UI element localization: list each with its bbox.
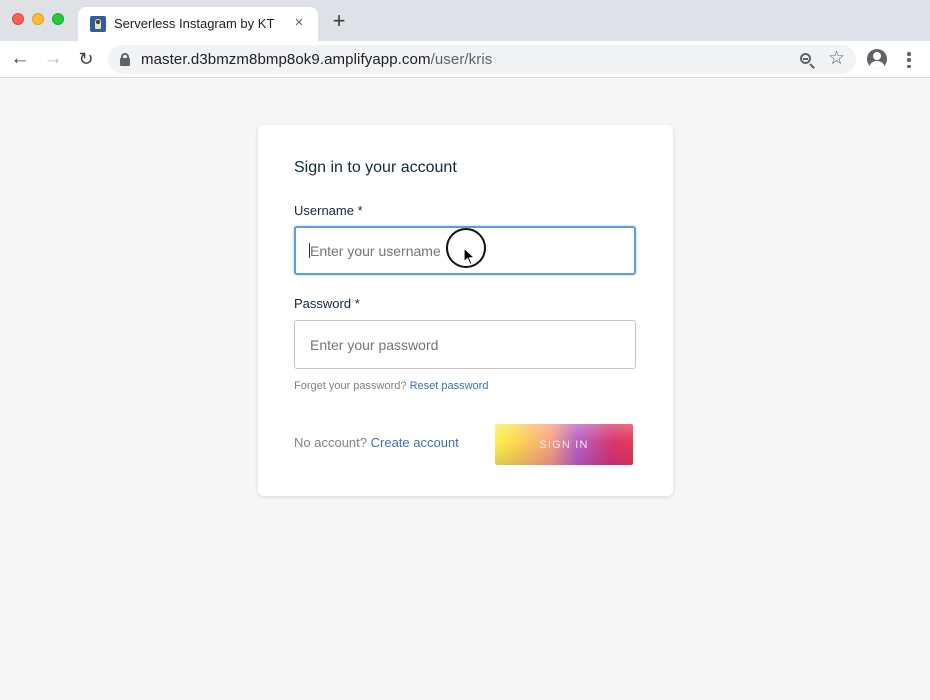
zoom-out-icon[interactable]: [798, 51, 816, 69]
browser-tabstrip: Serverless Instagram by KT × +: [0, 0, 930, 41]
tab-close-icon[interactable]: ×: [291, 15, 307, 31]
window-close-button[interactable]: [12, 13, 24, 25]
window-minimize-button[interactable]: [32, 13, 44, 25]
kebab-menu-icon[interactable]: [903, 50, 915, 70]
new-tab-icon[interactable]: +: [330, 10, 348, 32]
reset-password-link[interactable]: Reset password: [410, 380, 489, 392]
back-arrow-icon[interactable]: ←: [10, 49, 30, 69]
browser-toolbar: ← → ↻ master.d3bmzm8bmp8ok9.amplifyapp.c…: [0, 41, 930, 78]
account-avatar-icon[interactable]: [867, 49, 887, 69]
address-bar[interactable]: master.d3bmzm8bmp8ok9.amplifyapp.com/use…: [108, 45, 856, 74]
forgot-password-row: Forget your password? Reset password: [294, 380, 488, 392]
url-path: /user/kris: [430, 51, 493, 68]
sign-in-button[interactable]: SIGN IN: [495, 424, 633, 465]
browser-tab-active[interactable]: Serverless Instagram by KT ×: [78, 7, 318, 41]
url-host: master.d3bmzm8bmp8ok9.amplifyapp.com: [141, 51, 431, 68]
page-viewport: Sign in to your account Username * Passw…: [0, 78, 930, 700]
forgot-password-text: Forget your password?: [294, 380, 407, 392]
window-zoom-button[interactable]: [52, 13, 64, 25]
no-account-text: No account?: [294, 435, 367, 450]
sign-in-label: SIGN IN: [539, 438, 589, 451]
password-label: Password *: [294, 296, 360, 311]
signin-card: Sign in to your account Username * Passw…: [258, 125, 673, 496]
reload-icon[interactable]: ↻: [76, 49, 96, 69]
bookmark-star-icon[interactable]: ☆: [828, 48, 845, 70]
mouse-pointer-icon: [463, 247, 476, 266]
favicon-icon: [90, 16, 106, 32]
username-label: Username *: [294, 203, 363, 218]
forward-arrow-icon[interactable]: →: [43, 49, 63, 69]
signin-title: Sign in to your account: [294, 159, 457, 176]
url-text[interactable]: master.d3bmzm8bmp8ok9.amplifyapp.com/use…: [141, 51, 492, 68]
lock-icon[interactable]: [120, 53, 130, 66]
create-account-link[interactable]: Create account: [371, 435, 459, 450]
tab-title: Serverless Instagram by KT: [114, 16, 275, 31]
text-caret: [309, 243, 310, 258]
password-input[interactable]: [294, 320, 636, 369]
no-account-row: No account? Create account: [294, 435, 459, 450]
